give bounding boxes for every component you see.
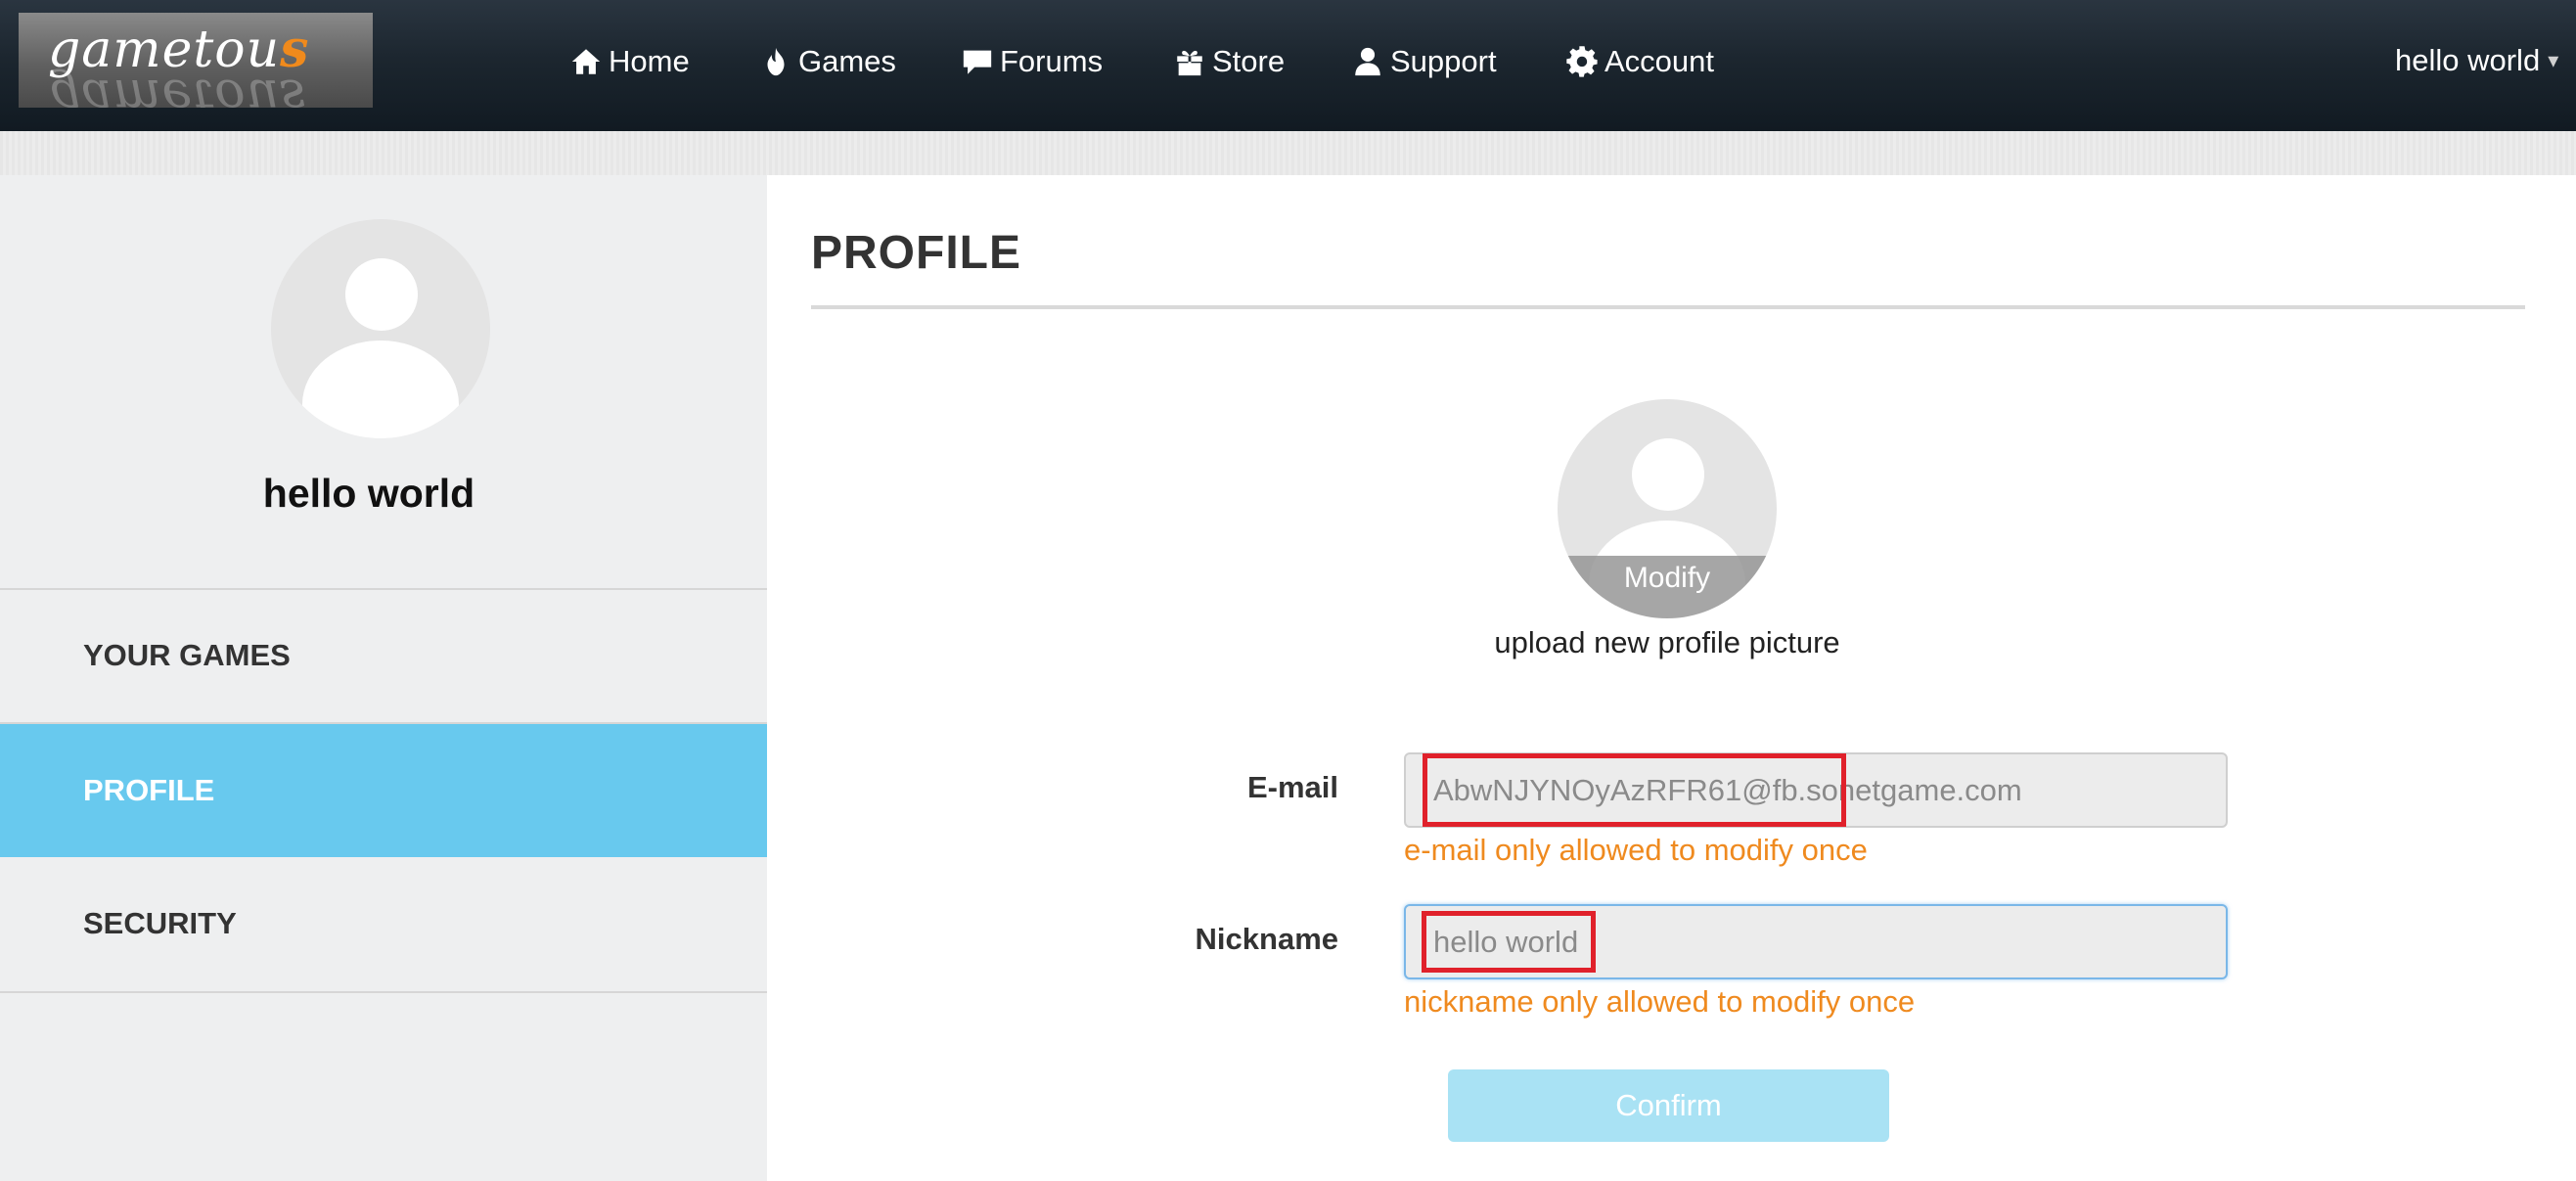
user-menu-name: hello world xyxy=(2395,43,2541,77)
gear-icon xyxy=(1566,46,1598,77)
email-hint: e-mail only allowed to modify once xyxy=(1404,833,1868,867)
nav-home-label: Home xyxy=(609,44,690,78)
home-icon xyxy=(571,49,601,74)
sidebar-item-profile[interactable]: PROFILE xyxy=(0,724,767,857)
profile-picture-head xyxy=(1632,438,1704,511)
nav-support-label: Support xyxy=(1390,44,1497,78)
email-field[interactable] xyxy=(1404,752,2228,828)
page-title: PROFILE xyxy=(811,227,1022,279)
sidebar-item-label: SECURITY xyxy=(83,906,237,940)
profile-picture-upload[interactable]: Modify xyxy=(1558,399,1777,618)
nickname-hint: nickname only allowed to modify once xyxy=(1404,984,1916,1019)
user-icon xyxy=(1355,47,1380,76)
nav-forums-label: Forums xyxy=(1000,44,1104,78)
nav-account[interactable]: Account xyxy=(1565,37,1714,86)
user-menu-dropdown[interactable]: hello world ▾ xyxy=(2395,43,2558,78)
nav-support[interactable]: Support xyxy=(1351,37,1497,86)
nav-games-label: Games xyxy=(798,44,896,78)
top-navbar: gametous gametous Home Games Forums Stor… xyxy=(0,0,2576,131)
sidebar-divider xyxy=(0,991,767,993)
avatar xyxy=(271,219,490,438)
gametous-logo[interactable]: gametous gametous xyxy=(19,13,373,108)
nickname-field[interactable] xyxy=(1404,904,2228,979)
logo-reflection: gametous xyxy=(48,68,307,108)
gift-icon xyxy=(1177,50,1202,76)
nav-home[interactable]: Home xyxy=(569,37,690,86)
speech-bubble-icon xyxy=(963,50,992,74)
sidebar-item-label: PROFILE xyxy=(83,773,215,807)
flame-icon xyxy=(767,47,785,76)
main-panel: PROFILE Modify upload new profile pictur… xyxy=(767,175,2576,1181)
header-divider-strip xyxy=(0,131,2576,175)
nav-forums[interactable]: Forums xyxy=(961,37,1103,86)
nav-store[interactable]: Store xyxy=(1173,37,1285,86)
nav-account-label: Account xyxy=(1604,44,1715,78)
modify-picture-button[interactable]: Modify xyxy=(1558,556,1777,618)
nav-games[interactable]: Games xyxy=(759,37,896,86)
sidebar: hello world YOUR GAMES PROFILE SECURITY xyxy=(0,175,767,1181)
title-divider xyxy=(811,305,2525,309)
upload-picture-caption: upload new profile picture xyxy=(1494,625,1840,659)
nav-store-label: Store xyxy=(1212,44,1286,78)
confirm-button[interactable]: Confirm xyxy=(1448,1069,1889,1142)
sidebar-item-security[interactable]: SECURITY xyxy=(0,857,767,990)
sidebar-item-label: YOUR GAMES xyxy=(83,638,291,672)
sidebar-item-your-games[interactable]: YOUR GAMES xyxy=(0,589,767,722)
chevron-down-icon: ▾ xyxy=(2548,48,2559,72)
avatar-body xyxy=(302,341,459,438)
sidebar-user-name: hello world xyxy=(262,471,475,516)
email-label: E-mail xyxy=(1246,770,1338,804)
nickname-label: Nickname xyxy=(1195,922,1338,956)
avatar-head xyxy=(345,258,418,331)
